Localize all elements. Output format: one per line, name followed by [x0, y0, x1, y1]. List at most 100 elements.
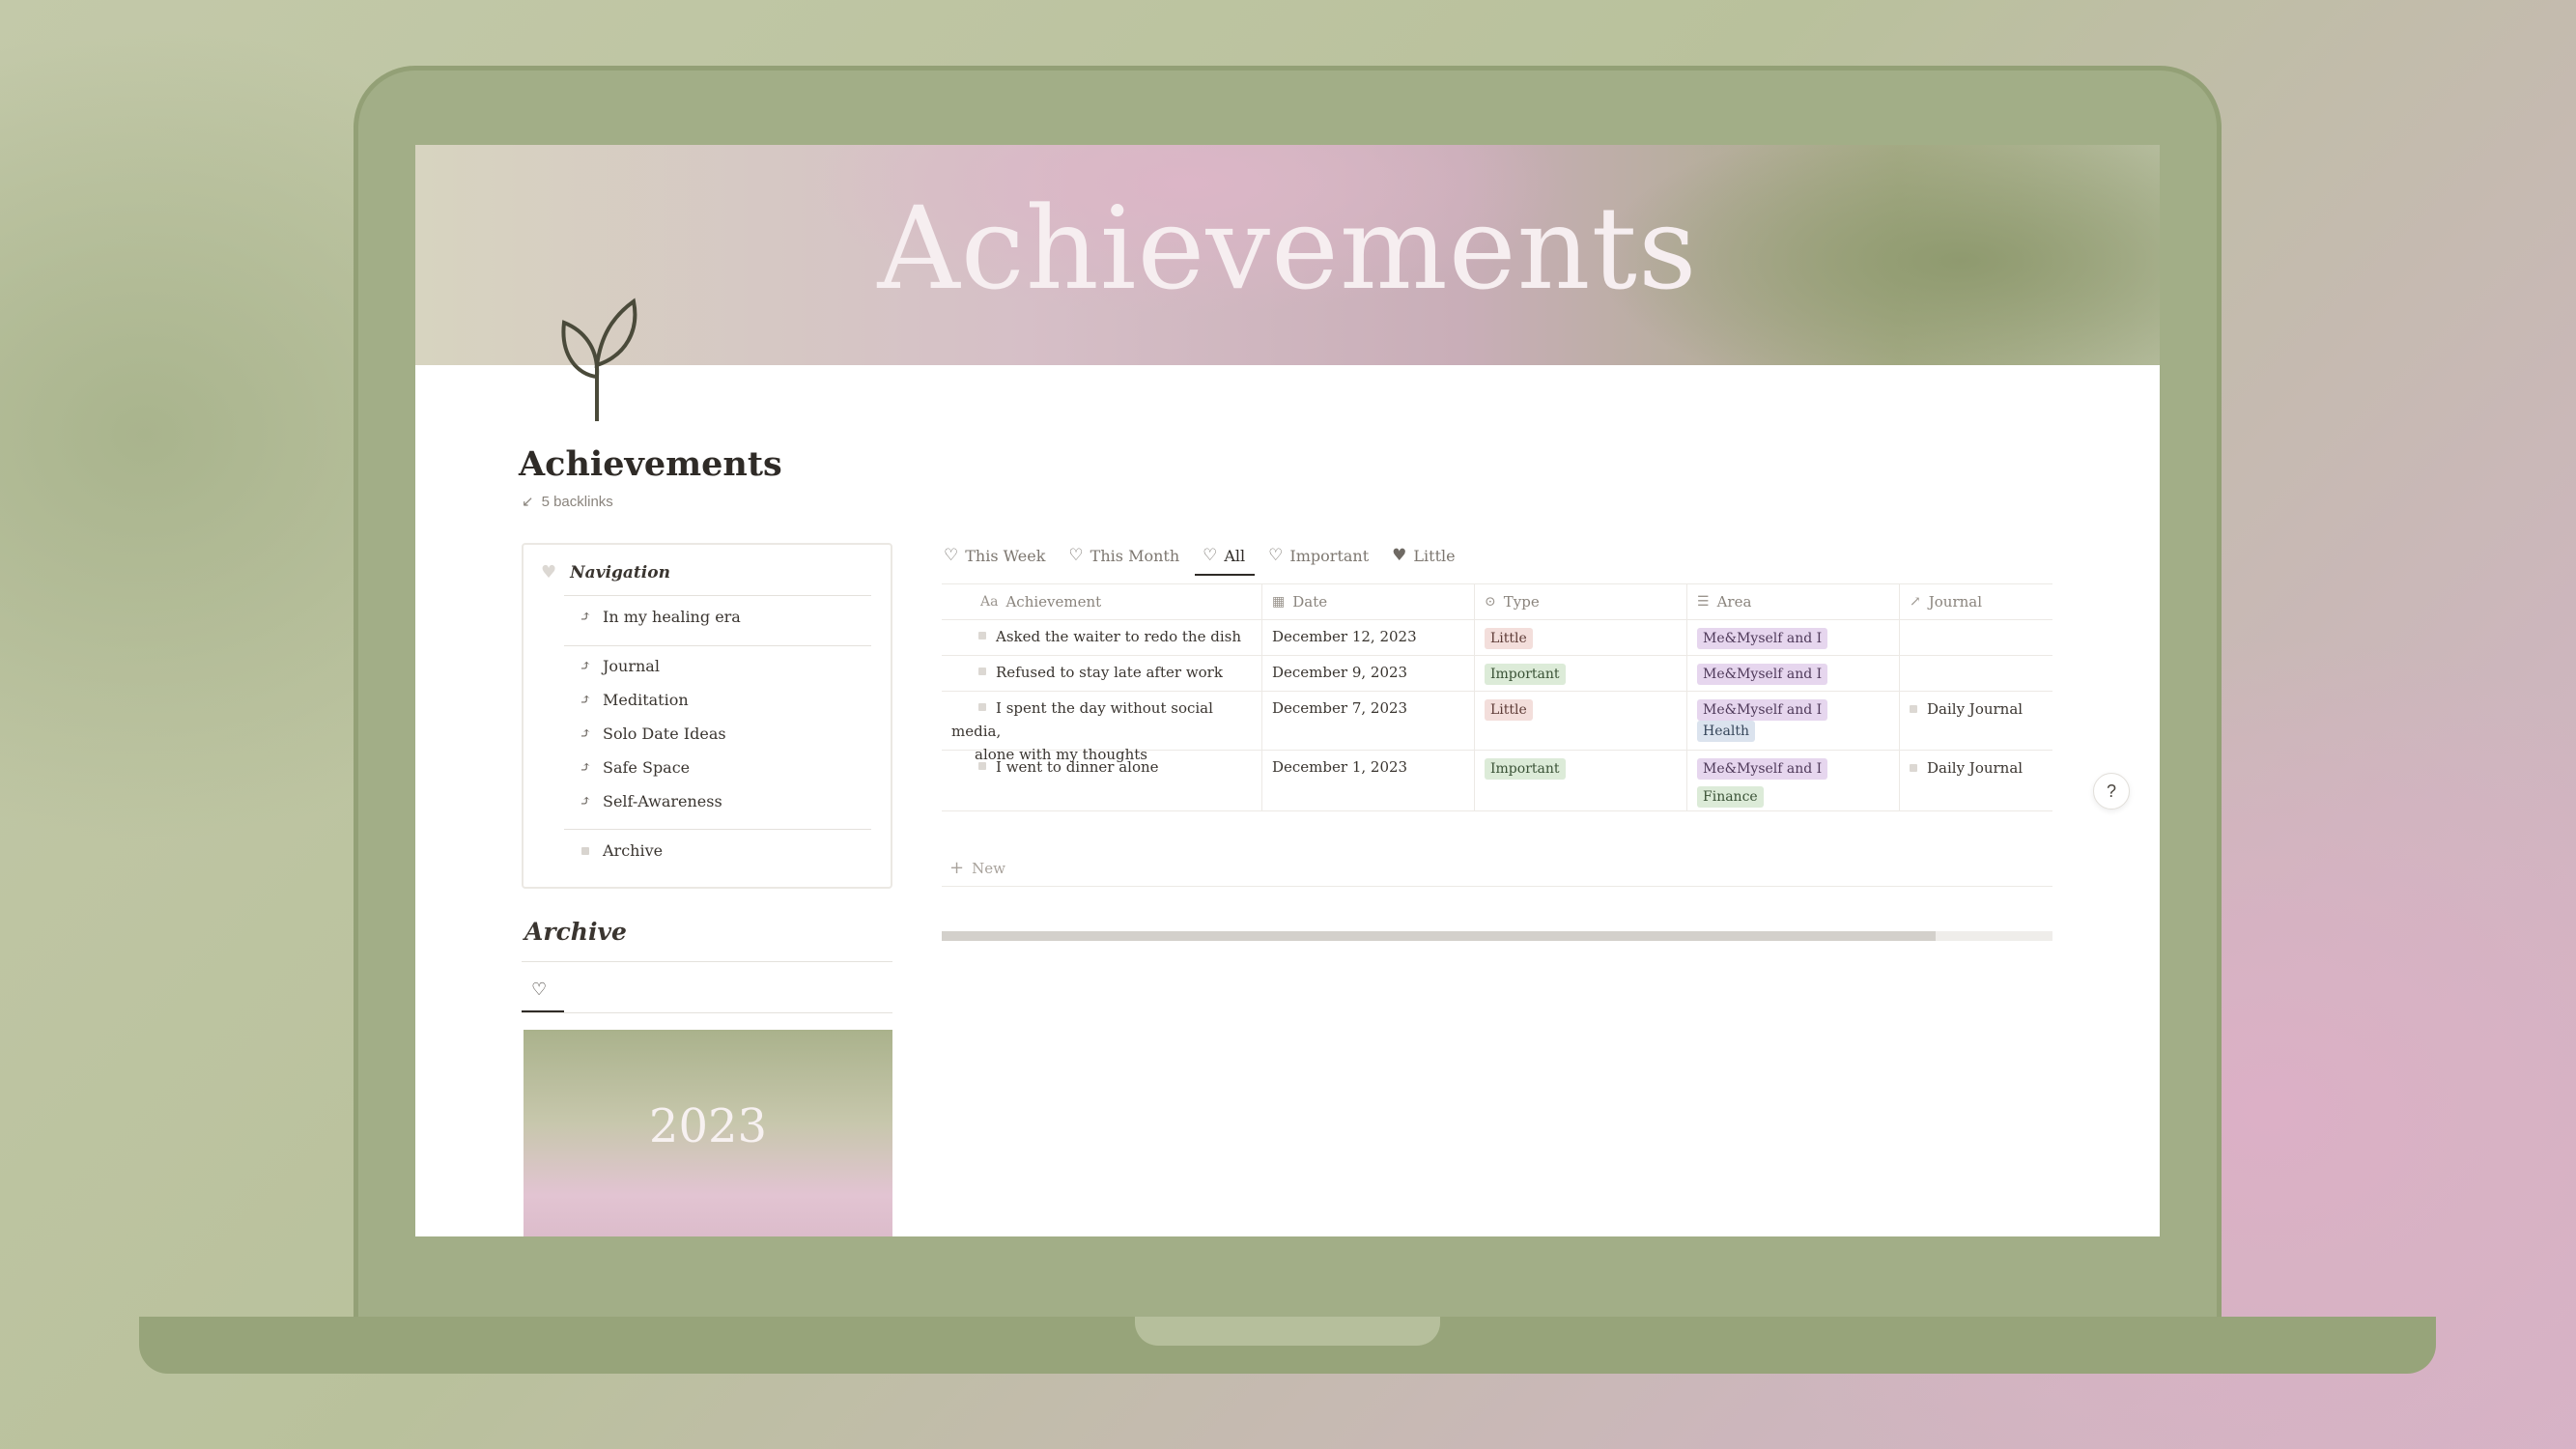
- cell-achievement[interactable]: Refused to stay late after work: [942, 656, 1262, 691]
- column-label: Journal: [1928, 593, 1983, 611]
- tab-important[interactable]: ♡ Important: [1266, 541, 1371, 570]
- self-awareness-icon: ⤴: [579, 792, 592, 810]
- area-tag: Me&Myself and I: [1697, 758, 1828, 780]
- archive-view-tab[interactable]: ♡: [531, 980, 547, 1000]
- cell-date[interactable]: December 7, 2023: [1262, 692, 1475, 750]
- page-title: Achievements: [519, 444, 782, 484]
- journal-link-label: Daily Journal: [1927, 700, 2024, 718]
- help-button[interactable]: ?: [2093, 773, 2130, 810]
- navigation-label: Navigation: [570, 562, 670, 582]
- journal-icon: ⤴: [579, 657, 592, 674]
- nav-item-solo-date-ideas[interactable]: ⤴ Solo Date Ideas: [576, 724, 726, 743]
- navigation-heading: ♥ Navigation: [541, 562, 670, 582]
- tab-label: This Month: [1090, 546, 1180, 565]
- heart-outline-icon: ♡: [1203, 546, 1218, 565]
- cell-type[interactable]: Important: [1475, 656, 1687, 691]
- nav-item-label: In my healing era: [603, 607, 741, 626]
- nav-item-label: Solo Date Ideas: [603, 724, 726, 743]
- view-tabs: ♡ This Week ♡ This Month ♡ All ♡ Importa…: [942, 541, 1477, 576]
- type-tag: Little: [1485, 628, 1533, 649]
- calendar-icon: ▦: [1272, 594, 1286, 610]
- cell-achievement[interactable]: I spent the day without social media, al…: [942, 692, 1262, 763]
- table-row[interactable]: I spent the day without social media, al…: [942, 692, 2052, 763]
- table-row[interactable]: Refused to stay late after work December…: [942, 656, 2052, 692]
- tab-little[interactable]: ♥ Little: [1390, 541, 1457, 570]
- nav-item-meditation[interactable]: ⤴ Meditation: [576, 690, 689, 709]
- achievement-text: Refused to stay late after work: [996, 664, 1223, 681]
- sprout-icon[interactable]: [539, 288, 655, 423]
- table-header: Aa Achievement ▦ Date ⊙ Type ☰ Area ↗ Jo…: [942, 583, 2052, 620]
- column-header-achievement[interactable]: Aa Achievement: [942, 584, 1262, 619]
- meditation-icon: ⤴: [579, 691, 592, 708]
- area-tag: Me&Myself and I: [1697, 628, 1828, 649]
- cell-area[interactable]: Me&Myself and I: [1687, 620, 1900, 655]
- cover-image[interactable]: Achievements: [415, 145, 2160, 365]
- area-tag: Finance: [1697, 786, 1764, 808]
- new-row-button[interactable]: + New: [942, 850, 2052, 887]
- cell-area[interactable]: Me&Myself and I: [1687, 656, 1900, 691]
- nav-item-archive[interactable]: Archive: [576, 841, 663, 860]
- nav-item-label: Self-Awareness: [603, 791, 722, 810]
- page-icon: [978, 632, 986, 639]
- heart-filled-icon: ♥: [1392, 546, 1407, 565]
- cell-journal[interactable]: Daily Journal: [1900, 692, 2052, 750]
- journal-link-label: Daily Journal: [1927, 759, 2024, 777]
- solo-date-icon: ⤴: [579, 724, 592, 742]
- text-icon: Aa: [980, 594, 999, 610]
- area-tag: Me&Myself and I: [1697, 699, 1828, 721]
- cell-type[interactable]: Important: [1475, 751, 1687, 810]
- relation-arrow-icon: ↗: [1910, 594, 1921, 610]
- journal-relation-link[interactable]: Daily Journal: [1910, 700, 2023, 718]
- tab-this-week[interactable]: ♡ This Week: [942, 541, 1047, 570]
- achievement-text: I went to dinner alone: [996, 758, 1159, 776]
- tab-label: Little: [1413, 546, 1456, 565]
- column-header-journal[interactable]: ↗ Journal: [1900, 584, 2052, 619]
- horizontal-scrollbar[interactable]: [942, 931, 2052, 941]
- page-icon: [581, 846, 589, 855]
- divider: [564, 645, 871, 646]
- tab-this-month[interactable]: ♡ This Month: [1066, 541, 1181, 570]
- cell-achievement[interactable]: Asked the waiter to redo the dish: [942, 620, 1262, 655]
- archive-card-year: 2023: [648, 1099, 768, 1153]
- select-icon: ⊙: [1485, 594, 1496, 610]
- cell-journal[interactable]: [1900, 656, 2052, 691]
- cell-journal[interactable]: Daily Journal: [1900, 751, 2052, 810]
- archive-card-2023[interactable]: 2023: [524, 1030, 892, 1236]
- backlinks[interactable]: ↙ 5 backlinks: [522, 493, 613, 510]
- divider: [564, 595, 871, 596]
- cell-type[interactable]: Little: [1475, 692, 1687, 750]
- tab-label: This Week: [965, 546, 1046, 565]
- safe-space-icon: ⤴: [579, 758, 592, 776]
- table-row[interactable]: Asked the waiter to redo the dish Decemb…: [942, 620, 2052, 656]
- cell-area[interactable]: Me&Myself and IHealth: [1687, 692, 1900, 750]
- column-header-date[interactable]: ▦ Date: [1262, 584, 1475, 619]
- cell-achievement[interactable]: I went to dinner alone: [942, 751, 1262, 810]
- cell-type[interactable]: Little: [1475, 620, 1687, 655]
- nav-item-self-awareness[interactable]: ⤴ Self-Awareness: [576, 791, 722, 810]
- backlink-arrow-icon: ↙: [522, 494, 534, 510]
- tab-all[interactable]: ♡ All: [1195, 541, 1256, 576]
- healing-icon: ⤴: [579, 608, 592, 625]
- journal-relation-link[interactable]: Daily Journal: [1910, 759, 2023, 777]
- cell-area[interactable]: Me&Myself and I Finance: [1687, 751, 1900, 810]
- nav-item-healing-era[interactable]: ⤴ In my healing era: [576, 607, 741, 626]
- column-header-type[interactable]: ⊙ Type: [1475, 584, 1687, 619]
- column-label: Area: [1716, 593, 1752, 611]
- type-tag: Important: [1485, 664, 1566, 685]
- cell-date[interactable]: December 1, 2023: [1262, 751, 1475, 810]
- nav-item-journal[interactable]: ⤴ Journal: [576, 656, 660, 675]
- nav-item-safe-space[interactable]: ⤴ Safe Space: [576, 757, 690, 777]
- page-icon: [978, 668, 986, 675]
- table-row[interactable]: I went to dinner alone December 1, 2023 …: [942, 751, 2052, 811]
- backlinks-label: 5 backlinks: [541, 494, 613, 510]
- type-tag: Little: [1485, 699, 1533, 721]
- page-icon: [978, 762, 986, 770]
- page-icon: [1910, 764, 1917, 772]
- scrollbar-thumb[interactable]: [942, 931, 1937, 941]
- type-tag: Important: [1485, 758, 1566, 780]
- cell-journal[interactable]: [1900, 620, 2052, 655]
- cell-date[interactable]: December 12, 2023: [1262, 620, 1475, 655]
- nav-item-label: Archive: [603, 841, 664, 860]
- cell-date[interactable]: December 9, 2023: [1262, 656, 1475, 691]
- column-header-area[interactable]: ☰ Area: [1687, 584, 1900, 619]
